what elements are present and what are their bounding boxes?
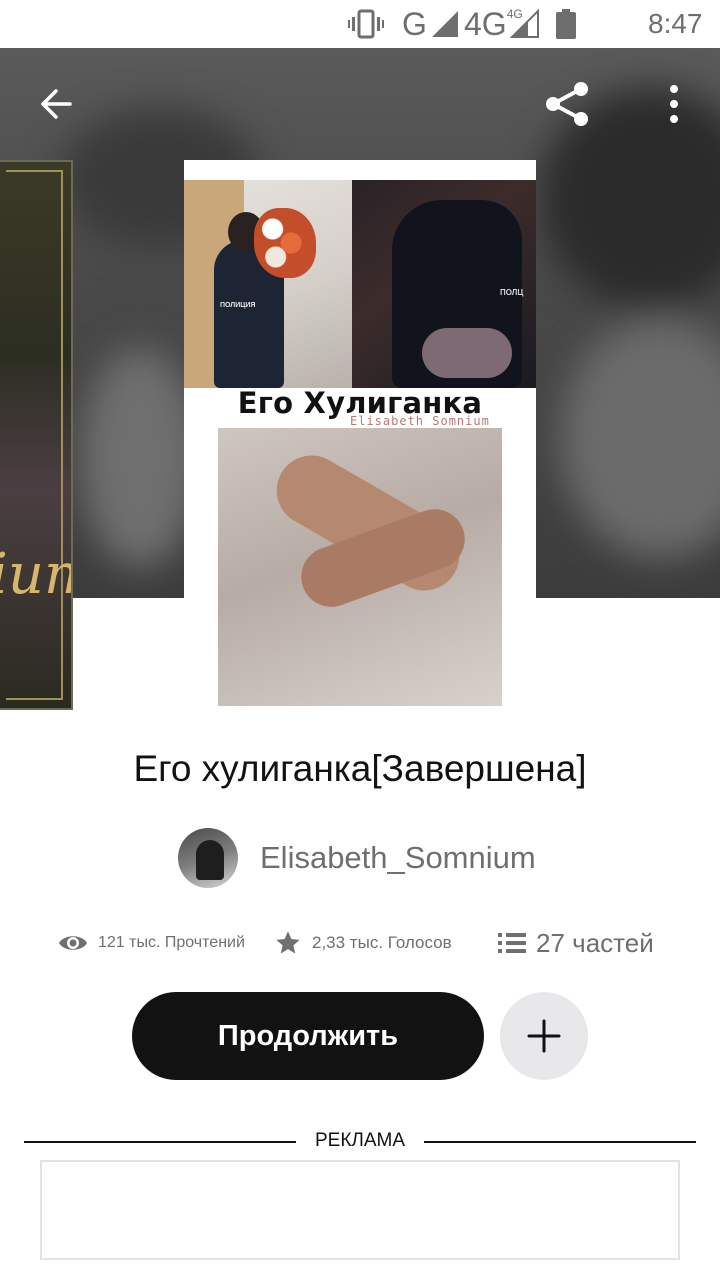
share-icon: [546, 82, 588, 126]
story-stats: 121 тыс. Прочтений 2,33 тыс. Голосов 27 …: [56, 920, 676, 966]
cover-badge-right: ПОЛЦ: [500, 288, 524, 297]
parts-count[interactable]: 27 частей: [536, 928, 654, 959]
more-vertical-icon: [670, 85, 678, 123]
battery-icon: [556, 0, 576, 48]
share-button[interactable]: [538, 76, 598, 132]
story-title: Его хулиганка[Завершена]: [133, 748, 587, 789]
plus-icon: [527, 1019, 561, 1053]
add-to-library-button[interactable]: [500, 992, 588, 1080]
continue-reading-button[interactable]: Продолжить: [132, 992, 484, 1080]
author-name[interactable]: Elisabeth_Somnium: [260, 840, 536, 876]
eye-icon: [58, 932, 88, 954]
network-type-g: G: [402, 5, 427, 42]
reads-count: 121 тыс. Прочтений: [98, 934, 245, 951]
star-icon: [274, 929, 302, 957]
more-options-button[interactable]: [644, 76, 704, 132]
ad-label: РЕКЛАМА: [314, 1130, 406, 1151]
cover-author: Elisabeth Somnium: [350, 414, 490, 428]
divider: [424, 1141, 696, 1143]
previous-story-cover[interactable]: ium: [0, 160, 73, 710]
signal-icon: [430, 0, 460, 48]
author-link[interactable]: Elisabeth_Somnium: [178, 828, 536, 888]
signal-icon: [510, 0, 540, 48]
list-icon: [498, 931, 526, 955]
vibrate-icon: [348, 0, 384, 48]
avatar[interactable]: [178, 828, 238, 888]
divider: [24, 1141, 296, 1143]
clock-time: 8:47: [648, 8, 703, 39]
back-button[interactable]: [26, 76, 86, 132]
cover-badge-left: ПОЛИЦИЯ: [220, 302, 256, 309]
status-bar: G 4G 4G 8:47: [0, 0, 720, 48]
reads-stat: 121 тыс. Прочтений: [58, 920, 245, 966]
story-cover: ПОЛИЦИЯ ПОЛЦ Его Хулиганка Elisabeth Som…: [184, 160, 536, 708]
parts-stat[interactable]: 27 частей: [498, 920, 654, 966]
ad-slot[interactable]: [40, 1160, 680, 1260]
votes-count: 2,33 тыс. Голосов: [312, 933, 452, 952]
votes-stat: 2,33 тыс. Голосов: [274, 920, 452, 966]
arrow-left-icon: [41, 89, 72, 119]
network-4g-label: 4G: [464, 5, 507, 42]
